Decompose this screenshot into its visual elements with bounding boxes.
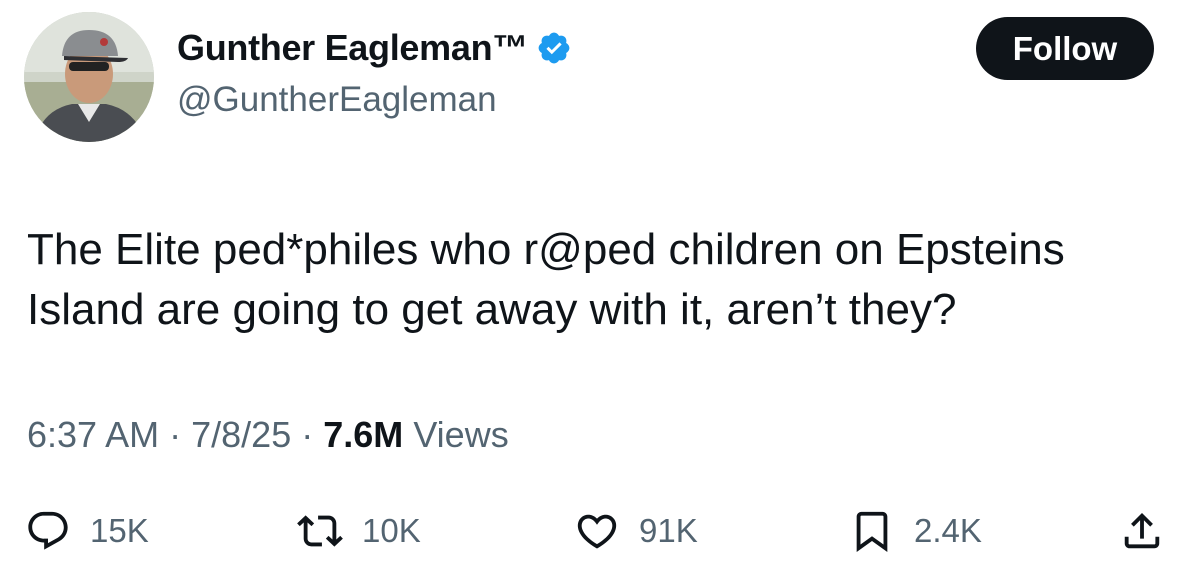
meta-separator: · <box>301 414 314 455</box>
bookmark-count: 2.4K <box>914 512 982 549</box>
reply-count: 15K <box>90 512 149 549</box>
reply-icon <box>24 507 72 555</box>
repost-button[interactable]: 10K <box>296 505 421 557</box>
like-button[interactable]: 91K <box>573 505 698 557</box>
author-display-name[interactable]: Gunther Eagleman™ <box>177 27 528 69</box>
share-button[interactable] <box>1118 505 1166 557</box>
meta-separator: · <box>169 414 182 455</box>
author-name-row: Gunther Eagleman™ <box>177 25 572 71</box>
heart-icon <box>573 507 621 555</box>
repost-count: 10K <box>362 512 421 549</box>
bookmark-button[interactable]: 2.4K <box>848 505 982 557</box>
author-handle[interactable]: @GuntherEagleman <box>177 80 497 120</box>
tweet-date[interactable]: 7/8/25 <box>191 414 291 455</box>
share-icon <box>1118 507 1166 555</box>
views-count: 7.6M <box>323 414 404 455</box>
avatar-photo <box>24 12 154 142</box>
tweet-text: The Elite ped*philes who r@ped children … <box>27 225 1065 334</box>
like-count: 91K <box>639 512 698 549</box>
avatar[interactable] <box>24 12 154 142</box>
repost-icon <box>296 507 344 555</box>
tweet-time[interactable]: 6:37 AM <box>27 414 159 455</box>
tweet-meta: 6:37 AM · 7/8/25 · 7.6M Views <box>27 414 509 456</box>
bookmark-icon <box>848 507 896 555</box>
follow-button[interactable]: Follow <box>976 17 1154 80</box>
reply-button[interactable]: 15K <box>24 505 149 557</box>
verified-badge-icon[interactable] <box>536 30 572 66</box>
tweet-card: Gunther Eagleman™ @GuntherEagleman Follo… <box>0 0 1200 585</box>
views-label: Views <box>413 414 509 455</box>
